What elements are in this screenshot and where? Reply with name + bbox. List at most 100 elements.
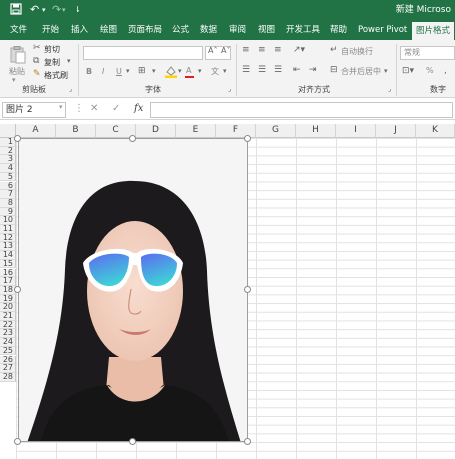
resize-handle-top[interactable] bbox=[129, 135, 136, 142]
accounting-format-icon[interactable]: ⊡▾ bbox=[402, 66, 414, 76]
border-icon[interactable]: ⊞ bbox=[138, 66, 146, 76]
cut-button[interactable]: 剪切 bbox=[44, 44, 60, 55]
column-header[interactable]: B bbox=[56, 124, 96, 138]
tab-power-pivot[interactable]: Power Pivot bbox=[358, 20, 407, 40]
font-name-box[interactable] bbox=[83, 46, 203, 60]
tab-file[interactable]: 文件 bbox=[10, 20, 27, 40]
align-center-icon[interactable]: ☰ bbox=[258, 65, 266, 75]
underline-dropdown-icon[interactable]: ▾ bbox=[126, 67, 130, 75]
clipboard-group-label: 剪贴板 bbox=[22, 85, 46, 94]
cancel-icon[interactable]: ✕ bbox=[90, 103, 98, 114]
column-header[interactable]: I bbox=[336, 124, 376, 138]
decrease-indent-icon[interactable]: ⇤ bbox=[293, 65, 301, 75]
format-painter-icon[interactable]: ✎ bbox=[33, 69, 41, 79]
selected-picture[interactable] bbox=[18, 138, 248, 442]
font-color-icon[interactable]: A bbox=[186, 66, 191, 75]
formula-input[interactable] bbox=[150, 102, 453, 118]
row-header[interactable]: 28 bbox=[0, 372, 16, 382]
cut-icon[interactable]: ✂ bbox=[33, 43, 41, 53]
column-header[interactable]: K bbox=[416, 124, 455, 138]
separator bbox=[396, 44, 397, 96]
tab-insert[interactable]: 插入 bbox=[71, 20, 88, 40]
wrap-text-icon[interactable]: ↵ bbox=[330, 45, 338, 55]
ribbon-tabs: 文件 开始 插入 绘图 页面布局 公式 数据 审阅 视图 开发工具 帮助 Pow… bbox=[0, 20, 455, 40]
resize-handle-top-right[interactable] bbox=[244, 135, 251, 142]
tab-review[interactable]: 审阅 bbox=[229, 20, 246, 40]
comma-style-icon[interactable]: , bbox=[444, 66, 447, 76]
column-header[interactable]: D bbox=[136, 124, 176, 138]
alignment-group-label: 对齐方式 bbox=[298, 85, 330, 94]
paste-dropdown-icon[interactable]: ▾ bbox=[12, 76, 16, 84]
italic-button[interactable]: I bbox=[102, 67, 104, 76]
alignment-launcher-icon[interactable]: ⌟ bbox=[388, 85, 391, 93]
resize-handle-bottom[interactable] bbox=[129, 438, 136, 445]
copy-icon[interactable]: ⧉ bbox=[33, 56, 39, 66]
resize-handle-bottom-right[interactable] bbox=[244, 438, 251, 445]
window-title: 新建 Microso bbox=[395, 5, 451, 15]
align-bottom-icon[interactable]: ≡ bbox=[274, 45, 282, 55]
font-color-dropdown-icon[interactable]: ▾ bbox=[198, 67, 202, 75]
resize-handle-top-left[interactable] bbox=[14, 135, 21, 142]
resize-handle-bottom-left[interactable] bbox=[14, 438, 21, 445]
number-format-box[interactable]: 常规 bbox=[400, 46, 455, 60]
font-group-label: 字体 bbox=[145, 85, 161, 94]
tab-picture-format[interactable]: 图片格式 bbox=[412, 22, 455, 40]
insert-function-button[interactable]: fx bbox=[134, 103, 143, 114]
underline-button[interactable]: U bbox=[116, 67, 122, 76]
align-middle-icon[interactable]: ≡ bbox=[258, 45, 266, 55]
title-bar: ↶ ▾ ↷ ▾ ⇂ 新建 Microso bbox=[0, 0, 455, 20]
decrease-font-icon[interactable]: A˅ bbox=[221, 46, 230, 55]
tab-data[interactable]: 数据 bbox=[200, 20, 217, 40]
enter-icon[interactable]: ✓ bbox=[112, 103, 120, 114]
paste-icon[interactable] bbox=[10, 46, 26, 67]
separator bbox=[236, 44, 237, 96]
merge-center-button[interactable]: 合并后居中 bbox=[341, 66, 381, 77]
tab-view[interactable]: 视图 bbox=[258, 20, 275, 40]
merge-dropdown-icon[interactable]: ▾ bbox=[384, 67, 388, 75]
save-icon[interactable] bbox=[10, 3, 22, 17]
fill-dropdown-icon[interactable]: ▾ bbox=[178, 67, 182, 75]
tab-page-layout[interactable]: 页面布局 bbox=[128, 20, 162, 40]
redo-dropdown-icon[interactable]: ▾ bbox=[62, 3, 66, 17]
column-header[interactable]: A bbox=[16, 124, 56, 138]
separator bbox=[78, 44, 79, 96]
column-header[interactable]: J bbox=[376, 124, 416, 138]
name-box[interactable]: 图片 2 bbox=[2, 102, 66, 118]
portrait-image bbox=[19, 139, 247, 441]
copy-button[interactable]: 复制 bbox=[44, 57, 60, 68]
customize-quick-access-icon[interactable]: ⇂ bbox=[74, 3, 81, 17]
phonetic-icon[interactable]: 文 bbox=[211, 66, 219, 77]
tab-formulas[interactable]: 公式 bbox=[172, 20, 189, 40]
column-header[interactable]: G bbox=[256, 124, 296, 138]
more-options-icon[interactable]: ⋮ bbox=[74, 103, 84, 114]
tab-home[interactable]: 开始 bbox=[42, 20, 59, 40]
font-launcher-icon[interactable]: ⌟ bbox=[228, 85, 231, 93]
percent-button[interactable]: % bbox=[426, 66, 434, 75]
wrap-text-button[interactable]: 自动换行 bbox=[341, 46, 373, 57]
undo-dropdown-icon[interactable]: ▾ bbox=[42, 3, 46, 17]
orientation-icon[interactable]: ↗▾ bbox=[293, 45, 305, 55]
copy-dropdown-icon[interactable]: ▾ bbox=[67, 57, 71, 65]
column-header[interactable]: E bbox=[176, 124, 216, 138]
merge-center-icon[interactable]: ⊟ bbox=[330, 65, 338, 75]
format-painter-button[interactable]: 格式刷 bbox=[44, 70, 68, 81]
align-top-icon[interactable]: ≡ bbox=[242, 45, 250, 55]
tab-help[interactable]: 帮助 bbox=[330, 20, 347, 40]
increase-indent-icon[interactable]: ⇥ bbox=[309, 65, 317, 75]
tab-draw[interactable]: 绘图 bbox=[100, 20, 117, 40]
column-header[interactable]: H bbox=[296, 124, 336, 138]
increase-font-icon[interactable]: A˄ bbox=[208, 46, 217, 55]
border-dropdown-icon[interactable]: ▾ bbox=[152, 67, 156, 75]
name-box-dropdown-icon[interactable]: ▾ bbox=[59, 103, 63, 111]
resize-handle-right[interactable] bbox=[244, 286, 251, 293]
phonetic-dropdown-icon[interactable]: ▾ bbox=[223, 67, 227, 75]
fill-color-icon[interactable] bbox=[165, 65, 177, 81]
clipboard-launcher-icon[interactable]: ⌟ bbox=[69, 85, 72, 93]
align-right-icon[interactable]: ☰ bbox=[274, 65, 282, 75]
redo-icon[interactable]: ↷ bbox=[52, 3, 61, 17]
align-left-icon[interactable]: ☰ bbox=[242, 65, 250, 75]
bold-button[interactable]: B bbox=[86, 67, 92, 76]
undo-icon[interactable]: ↶ bbox=[30, 3, 39, 17]
tab-developer[interactable]: 开发工具 bbox=[286, 20, 320, 40]
resize-handle-left[interactable] bbox=[14, 286, 21, 293]
